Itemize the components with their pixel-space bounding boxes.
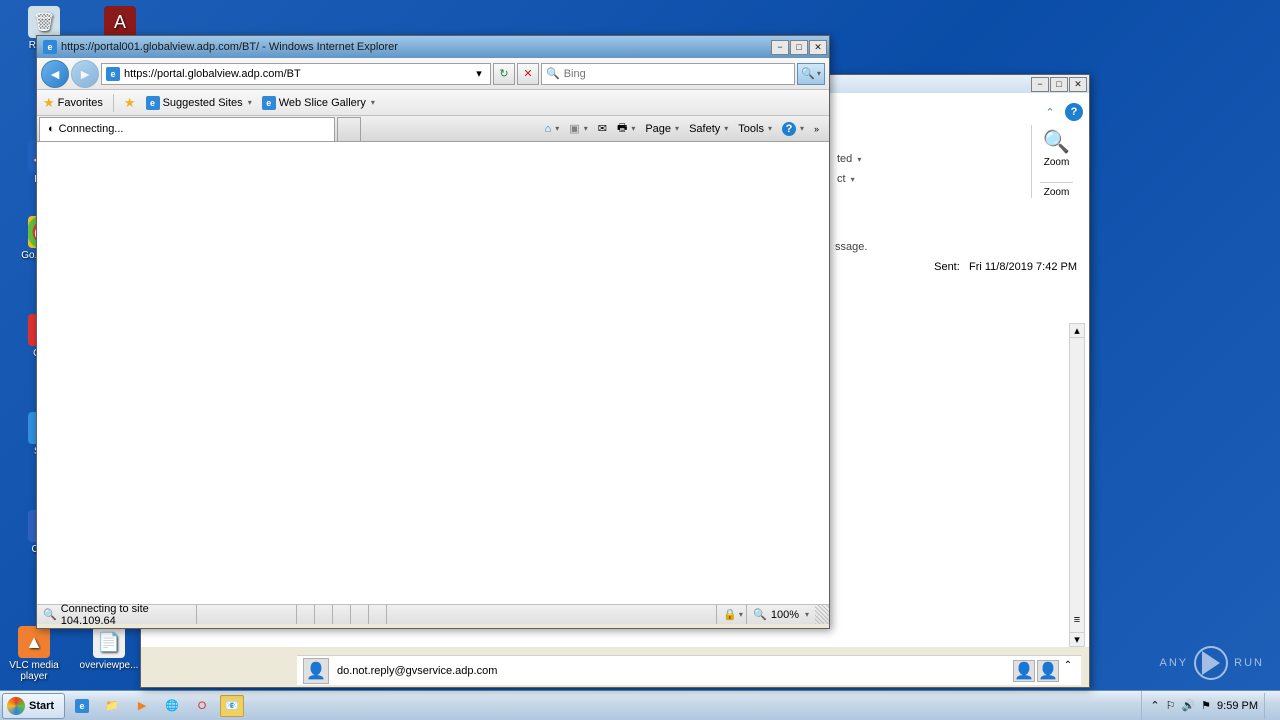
address-dropdown[interactable]: ▾ bbox=[472, 67, 486, 80]
feeds-button[interactable]: ▣▾ bbox=[565, 120, 591, 137]
more-icon[interactable]: » bbox=[810, 122, 823, 136]
forward-button[interactable]: ► bbox=[71, 60, 99, 88]
system-tray: ⌃ ⚐ 🔊 ⚑ 9:59 PM bbox=[1141, 691, 1280, 720]
page-content bbox=[37, 142, 829, 604]
sent-info: Sent: Fri 11/8/2019 7:42 PM bbox=[934, 261, 1077, 273]
desktop-icon-overview[interactable]: 📄 overviewpe... bbox=[74, 626, 144, 671]
page-menu[interactable]: Page▾ bbox=[641, 121, 683, 137]
web-slice-link[interactable]: e Web Slice Gallery ▾ bbox=[262, 96, 375, 110]
loading-icon: ◐ bbox=[48, 123, 55, 135]
close-button[interactable]: ✕ bbox=[809, 40, 827, 55]
maximize-button[interactable]: □ bbox=[790, 40, 808, 55]
contact-icon[interactable]: 👤 bbox=[1037, 660, 1059, 682]
ie-icon: e bbox=[146, 96, 160, 110]
url-input[interactable] bbox=[124, 68, 468, 80]
safety-menu[interactable]: Safety▾ bbox=[685, 121, 732, 137]
search-icon: 🔍 bbox=[546, 67, 560, 80]
show-desktop[interactable] bbox=[1264, 693, 1272, 719]
stop-button[interactable]: ✕ bbox=[517, 63, 539, 85]
security-zone[interactable]: 🔒▾ bbox=[717, 605, 747, 624]
scrollbar[interactable]: ▴ ≡ ▾ bbox=[1069, 323, 1085, 647]
tab-connecting[interactable]: ◐ Connecting... bbox=[39, 117, 335, 141]
favorites-button[interactable]: ★ Favorites bbox=[43, 95, 103, 111]
minimize-button[interactable]: − bbox=[771, 40, 789, 55]
outlook-close-button[interactable]: ✕ bbox=[1069, 77, 1087, 92]
taskbar: Start e 📁 ▶ 🌐 O 📧 ⌃ ⚐ 🔊 ⚑ 9:59 PM bbox=[0, 690, 1280, 720]
zoom-group: 🔍 Zoom Zoom bbox=[1031, 125, 1081, 198]
star-icon: ★ bbox=[43, 95, 55, 111]
zoom-icon: 🔍 bbox=[753, 608, 767, 621]
start-button[interactable]: Start bbox=[2, 693, 65, 719]
window-title: e https://portal001.globalview.adp.com/B… bbox=[39, 40, 770, 54]
tray-up-icon[interactable]: ⌃ bbox=[1150, 699, 1159, 712]
search-go-button[interactable]: 🔍▾ bbox=[797, 63, 825, 85]
zoom-control[interactable]: 🔍 100% ▾ bbox=[747, 608, 815, 621]
print-button[interactable]: 🖶▾ bbox=[613, 117, 639, 140]
outlook-minimize-button[interactable]: − bbox=[1031, 77, 1049, 92]
action-center-icon[interactable]: ⚐ bbox=[1166, 699, 1176, 712]
ribbon-collapse-icon[interactable]: ⌃ bbox=[1041, 103, 1059, 121]
tools-menu[interactable]: Tools▾ bbox=[734, 121, 776, 137]
expand-icon[interactable]: ⌃ bbox=[1061, 660, 1075, 682]
ie-titlebar[interactable]: e https://portal001.globalview.adp.com/B… bbox=[37, 36, 829, 58]
contact-icon[interactable]: 👤 bbox=[1013, 660, 1035, 682]
navigation-bar: ◄ ► e ▾ ↻ ✕ 🔍 🔍▾ bbox=[37, 58, 829, 90]
taskbar-chrome[interactable]: 🌐 bbox=[160, 695, 184, 717]
play-icon bbox=[1202, 651, 1220, 675]
ie-window: e https://portal001.globalview.adp.com/B… bbox=[36, 35, 830, 629]
flag-icon[interactable]: ⚑ bbox=[1201, 699, 1211, 712]
reply-email: do.not.reply@gvservice.adp.com bbox=[337, 665, 497, 677]
search-input[interactable] bbox=[564, 68, 790, 80]
suggested-sites-link[interactable]: e Suggested Sites ▾ bbox=[146, 96, 252, 110]
taskbar-opera[interactable]: O bbox=[190, 695, 214, 717]
star-plus-icon: ★ bbox=[124, 95, 136, 111]
taskbar-explorer[interactable]: 📁 bbox=[100, 695, 124, 717]
home-button[interactable]: ⌂▾ bbox=[541, 121, 564, 137]
favorites-bar: ★ Favorites ★ e Suggested Sites ▾ e Web … bbox=[37, 90, 829, 116]
resize-grip[interactable] bbox=[815, 605, 829, 624]
site-icon: e bbox=[106, 67, 120, 81]
back-button[interactable]: ◄ bbox=[41, 60, 69, 88]
message-fragment: ssage. bbox=[835, 241, 867, 253]
watermark: ANY RUN bbox=[1160, 646, 1264, 680]
mail-button[interactable]: ✉ bbox=[594, 120, 611, 137]
ie-icon: e bbox=[262, 96, 276, 110]
ie-icon: e bbox=[43, 40, 57, 54]
help-button[interactable]: ?▾ bbox=[778, 120, 808, 138]
desktop-icon-vlc[interactable]: ▲ VLC media player bbox=[6, 626, 62, 682]
taskbar-ie[interactable]: e bbox=[70, 695, 94, 717]
taskbar-media[interactable]: ▶ bbox=[130, 695, 154, 717]
search-icon: 🔍 bbox=[43, 608, 57, 621]
tab-row: ◐ Connecting... ⌂▾ ▣▾ ✉ 🖶▾ Page▾ Safety▾… bbox=[37, 116, 829, 142]
windows-icon bbox=[7, 697, 25, 715]
zoom-icon[interactable]: 🔍 bbox=[1040, 129, 1073, 155]
address-bar[interactable]: e ▾ bbox=[101, 63, 491, 85]
outlook-maximize-button[interactable]: □ bbox=[1050, 77, 1068, 92]
reply-footer: 👤 do.not.reply@gvservice.adp.com 👤 👤 ⌃ bbox=[297, 655, 1081, 685]
status-bar: 🔍 Connecting to site 104.109.64 🔒▾ 🔍 100… bbox=[37, 604, 829, 624]
status-text: 🔍 Connecting to site 104.109.64 bbox=[37, 605, 197, 624]
volume-icon[interactable]: 🔊 bbox=[1181, 699, 1195, 712]
taskbar-outlook[interactable]: 📧 bbox=[220, 695, 244, 717]
add-favorite-button[interactable]: ★ bbox=[124, 95, 136, 111]
new-tab-button[interactable] bbox=[337, 117, 361, 141]
refresh-button[interactable]: ↻ bbox=[493, 63, 515, 85]
search-bar[interactable]: 🔍 bbox=[541, 63, 795, 85]
avatar-icon: 👤 bbox=[303, 658, 329, 684]
help-icon[interactable]: ? bbox=[1065, 103, 1083, 121]
clock[interactable]: 9:59 PM bbox=[1217, 700, 1258, 712]
